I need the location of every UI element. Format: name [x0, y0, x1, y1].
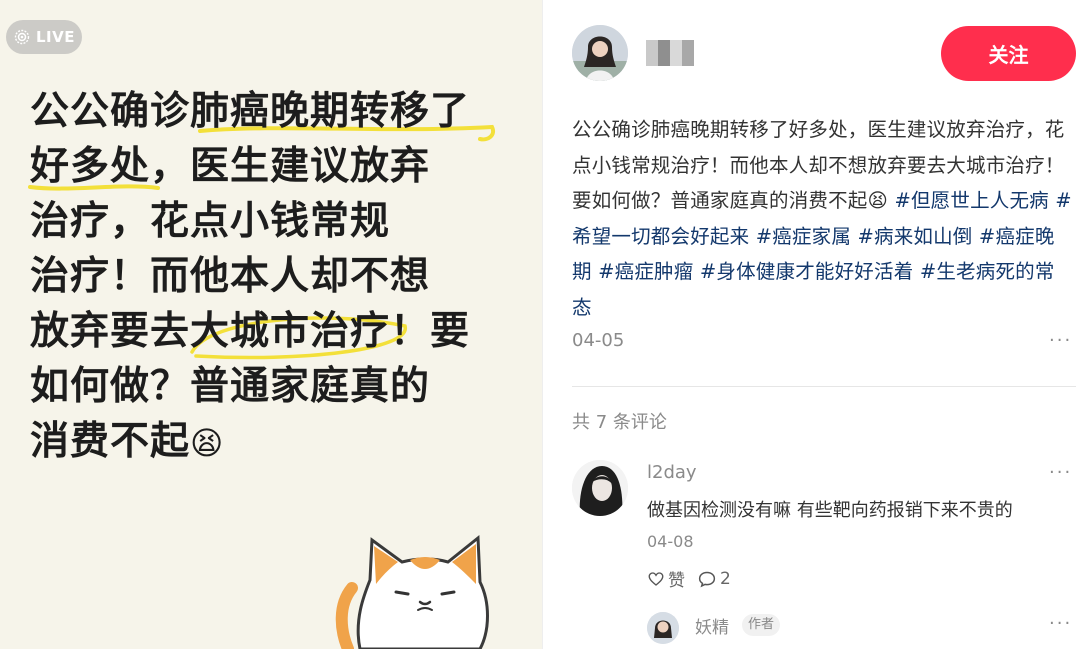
comment-count: 共 7 条评论	[572, 412, 667, 433]
commenter-avatar[interactable]	[572, 460, 628, 516]
comment-bubble-icon	[698, 571, 716, 587]
post-date: 04-05	[572, 330, 625, 351]
comment-more-button[interactable]: ···	[1049, 462, 1072, 483]
like-button[interactable]: 赞	[647, 566, 685, 591]
reply-count: 2	[720, 568, 731, 589]
reply-more-button[interactable]: ···	[1049, 613, 1072, 634]
headline-line: 如何做？普通家庭真的	[30, 364, 431, 409]
live-photo-icon	[14, 29, 30, 45]
post-detail-panel: 关注 公公确诊肺癌晚期转移了好多处，医生建议放弃治疗，花点小钱常规治疗！而他本人…	[542, 0, 1080, 649]
author-avatar[interactable]	[572, 25, 628, 81]
hashtag-link[interactable]: #身体健康才能好好活着	[700, 260, 914, 283]
headline-line: 公公确诊肺癌晚期转移了	[30, 89, 471, 134]
hashtag-link[interactable]: #病来如山倒	[857, 225, 972, 248]
post-body: 公公确诊肺癌晚期转移了好多处，医生建议放弃治疗，花点小钱常规治疗！而他本人却不想…	[572, 112, 1074, 325]
avatar-photo-icon	[572, 25, 628, 81]
image-headline: 公公确诊肺癌晚期转移了 好多处，医生建议放弃 治疗，花点小钱常规 治疗！而他本人…	[30, 84, 510, 471]
headline-line: 消费不起😫	[30, 419, 225, 464]
hashtag-link[interactable]: #癌症肿瘤	[598, 260, 693, 283]
divider	[572, 386, 1076, 387]
post-more-button[interactable]: ···	[1049, 330, 1072, 351]
live-badge[interactable]: LIVE	[6, 20, 82, 54]
hashtag-link[interactable]: #但愿世上人无病	[894, 189, 1048, 212]
headline-line: 好多处，医生建议放弃	[30, 144, 431, 189]
avatar-photo-icon	[647, 612, 679, 644]
follow-button[interactable]: 关注	[941, 26, 1076, 81]
headline-line: 放弃要去大城市治疗！要	[30, 309, 471, 354]
commenter-name[interactable]: l2day	[647, 462, 697, 483]
author-name-redacted[interactable]	[646, 40, 694, 66]
hashtag-link[interactable]: #癌症家属	[756, 225, 851, 248]
tired-face-emoji-icon: 😫	[190, 424, 225, 462]
reply-author-avatar[interactable]	[647, 612, 679, 644]
reply-button[interactable]: 2	[697, 569, 731, 589]
author-badge: 作者	[742, 614, 781, 636]
headline-line: 治疗，花点小钱常规	[30, 199, 391, 244]
cat-illustration-icon	[335, 534, 489, 649]
live-label: LIVE	[36, 28, 75, 46]
reply-author-name[interactable]: 妖精	[695, 613, 729, 638]
headline-line: 治疗！而他本人却不想	[30, 254, 431, 299]
comment-actions: 赞 2	[647, 566, 731, 591]
heart-icon	[648, 571, 664, 586]
comment-date: 04-08	[647, 532, 694, 551]
post-image[interactable]: LIVE 公公确诊肺癌晚期转移了 好多处，医生建议放弃 治疗，花点小钱常规 治疗…	[0, 0, 542, 649]
avatar-photo-icon	[572, 460, 628, 516]
comment-text: 做基因检测没有嘛 有些靶向药报销下来不贵的	[647, 500, 1013, 521]
like-label: 赞	[668, 571, 685, 591]
